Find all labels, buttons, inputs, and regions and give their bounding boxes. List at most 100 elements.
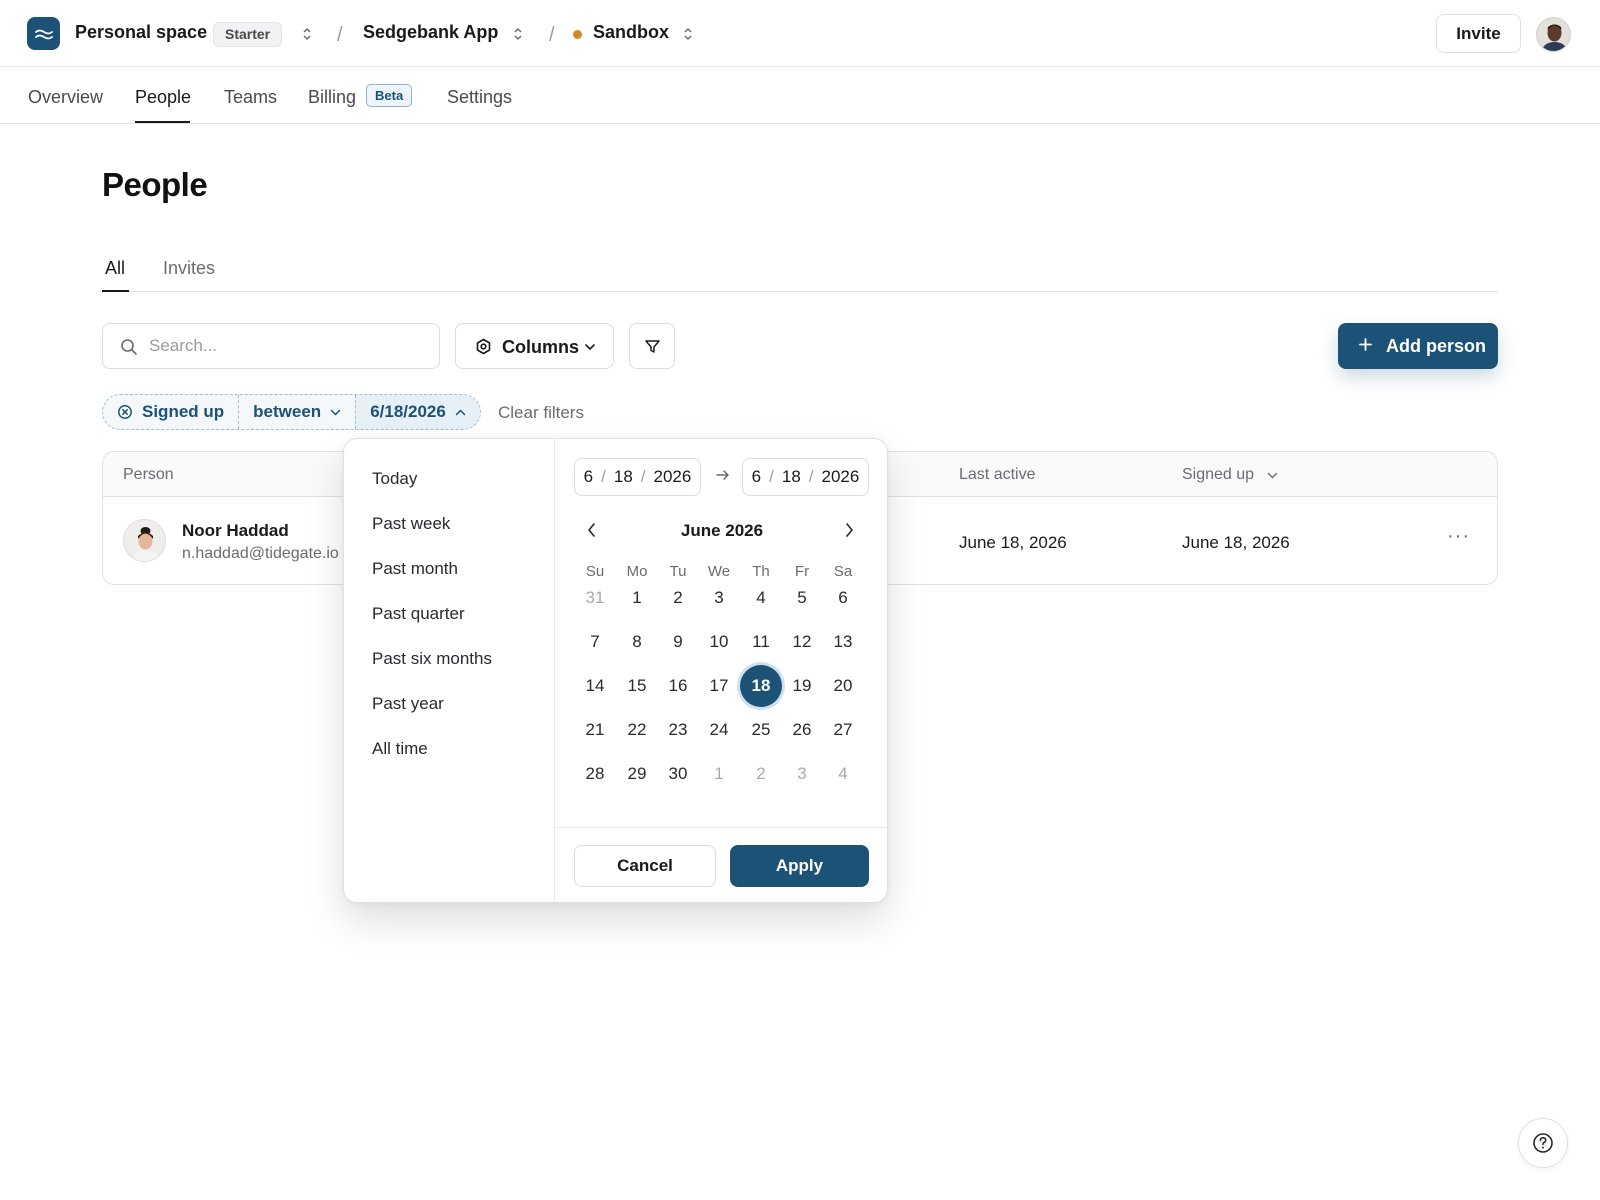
calendar-day[interactable]: 19 [781, 665, 823, 707]
chevron-right-icon[interactable] [840, 521, 858, 539]
search-input[interactable] [149, 336, 429, 356]
calendar-day[interactable]: 2 [740, 753, 782, 795]
workspace-switcher-icon[interactable] [302, 26, 312, 42]
calendar-day[interactable]: 3 [698, 577, 740, 619]
calendar-day[interactable]: 5 [781, 577, 823, 619]
calendar-day[interactable]: 28 [574, 753, 616, 795]
environment-name[interactable]: Sandbox [593, 22, 669, 43]
calendar-day[interactable]: 2 [657, 577, 699, 619]
calendar-month-title: June 2026 [680, 521, 764, 540]
start-day[interactable]: 18 [614, 467, 633, 487]
calendar-day[interactable]: 14 [574, 665, 616, 707]
calendar-day[interactable]: 4 [822, 753, 864, 795]
app-switcher-icon[interactable] [513, 26, 523, 42]
calendar-day[interactable]: 23 [657, 709, 699, 751]
app-logo[interactable] [27, 17, 60, 50]
column-header-last-active[interactable]: Last active [959, 466, 1035, 484]
calendar-day-selected[interactable]: 18 [740, 665, 782, 707]
chevron-down-icon [330, 409, 341, 416]
preset-past-month[interactable]: Past month [372, 559, 458, 579]
calendar-day[interactable]: 9 [657, 621, 699, 663]
tab-people[interactable]: People [135, 87, 191, 108]
preset-past-year[interactable]: Past year [372, 694, 444, 714]
calendar-day[interactable]: 22 [616, 709, 658, 751]
calendar-day[interactable]: 7 [574, 621, 616, 663]
tab-settings[interactable]: Settings [447, 87, 512, 108]
person-name: Noor Haddad [182, 521, 289, 540]
calendar-day[interactable]: 11 [740, 621, 782, 663]
calendar-day[interactable]: 26 [781, 709, 823, 751]
calendar-day[interactable]: 6 [822, 577, 864, 619]
preset-past-week[interactable]: Past week [372, 514, 450, 534]
filter-value[interactable]: 6/18/2026 [355, 395, 480, 429]
user-avatar[interactable] [1536, 17, 1571, 52]
plan-badge: Starter [213, 22, 283, 47]
column-header-person[interactable]: Person [123, 466, 174, 484]
invite-button[interactable]: Invite [1436, 14, 1521, 53]
calendar-day[interactable]: 12 [781, 621, 823, 663]
add-person-button[interactable]: Add person [1338, 323, 1498, 369]
plus-icon [1359, 338, 1372, 351]
columns-label: Columns [502, 337, 580, 357]
add-person-label: Add person [1386, 336, 1487, 356]
chevron-down-icon [585, 344, 595, 351]
calendar-day[interactable]: 21 [574, 709, 616, 751]
end-date-input[interactable]: 6/18/2026 [742, 458, 869, 496]
subtab-invites[interactable]: Invites [163, 258, 215, 279]
person-email: n.haddad@tidegate.io [182, 545, 339, 562]
preset-all-time[interactable]: All time [372, 739, 428, 759]
calendar-day[interactable]: 4 [740, 577, 782, 619]
subtab-all[interactable]: All [105, 258, 125, 279]
tab-billing[interactable]: Billing [308, 87, 356, 108]
calendar-day[interactable]: 29 [616, 753, 658, 795]
start-year[interactable]: 2026 [654, 467, 692, 487]
calendar-day[interactable]: 8 [616, 621, 658, 663]
calendar-day[interactable]: 24 [698, 709, 740, 751]
calendar-day[interactable]: 16 [657, 665, 699, 707]
tab-overview[interactable]: Overview [28, 87, 103, 108]
calendar-day[interactable]: 31 [574, 577, 616, 619]
end-day[interactable]: 18 [782, 467, 801, 487]
calendar-day[interactable]: 17 [698, 665, 740, 707]
calendar-day[interactable]: 30 [657, 753, 699, 795]
person-avatar [123, 519, 166, 562]
preset-past-quarter[interactable]: Past quarter [372, 604, 465, 624]
start-month[interactable]: 6 [584, 467, 593, 487]
calendar-day[interactable]: 1 [616, 577, 658, 619]
calendar-day[interactable]: 10 [698, 621, 740, 663]
start-date-input[interactable]: 6/18/2026 [574, 458, 701, 496]
filter-field-label: Signed up [142, 402, 225, 421]
date-presets: Today Past week Past month Past quarter … [344, 439, 555, 902]
calendar-day[interactable]: 1 [698, 753, 740, 795]
clear-filters-button[interactable]: Clear filters [498, 403, 584, 423]
breadcrumb-separator: / [337, 24, 343, 46]
calendar-day[interactable]: 3 [781, 753, 823, 795]
row-more-actions-button[interactable]: ··· [1447, 525, 1470, 548]
calendar-day[interactable]: 27 [822, 709, 864, 751]
date-range-popover: Today Past week Past month Past quarter … [343, 438, 888, 903]
workspace-name[interactable]: Personal space [75, 22, 207, 43]
calendar-day[interactable]: 15 [616, 665, 658, 707]
filter-operator-label: between [253, 402, 322, 421]
preset-today[interactable]: Today [372, 469, 417, 489]
environment-switcher-icon[interactable] [683, 26, 693, 42]
filter-field[interactable]: Signed up [103, 395, 238, 429]
calendar-day[interactable]: 25 [740, 709, 782, 751]
tab-teams[interactable]: Teams [224, 87, 277, 108]
calendar-day[interactable]: 13 [822, 621, 864, 663]
remove-filter-icon[interactable] [117, 404, 133, 420]
columns-button[interactable]: Columns [455, 323, 614, 369]
filter-operator[interactable]: between [238, 395, 355, 429]
top-bar: Personal space Starter / Sedgebank App /… [0, 0, 1600, 67]
end-year[interactable]: 2026 [822, 467, 860, 487]
cancel-button[interactable]: Cancel [574, 845, 716, 887]
search-box[interactable] [102, 323, 440, 369]
calendar-day[interactable]: 20 [822, 665, 864, 707]
column-header-signed-up[interactable]: Signed up [1182, 466, 1278, 484]
apply-button[interactable]: Apply [730, 845, 869, 887]
help-button[interactable] [1518, 1118, 1568, 1168]
end-month[interactable]: 6 [752, 467, 761, 487]
preset-past-six-months[interactable]: Past six months [372, 649, 492, 669]
app-name[interactable]: Sedgebank App [363, 22, 498, 43]
filter-button[interactable] [629, 323, 675, 369]
